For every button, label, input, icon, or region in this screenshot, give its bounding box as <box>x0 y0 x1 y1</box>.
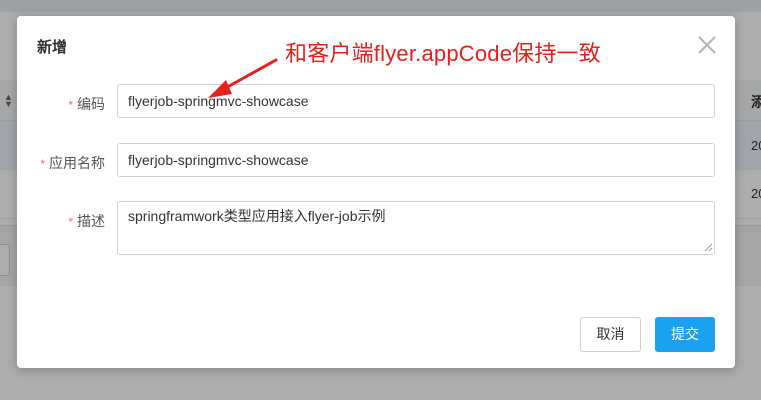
dialog-title: 新增 <box>37 39 68 56</box>
description-label: * 描述 <box>17 211 105 231</box>
app-name-label-text: 应用名称 <box>49 155 105 171</box>
required-mark: * <box>40 157 45 171</box>
submit-button[interactable]: 提交 <box>655 317 715 352</box>
annotation-text: 和客户端flyer.appCode保持一致 <box>285 41 601 66</box>
description-label-text: 描述 <box>77 213 105 229</box>
app-name-label: * 应用名称 <box>17 153 105 173</box>
required-mark: * <box>68 98 73 112</box>
close-icon[interactable] <box>696 34 718 56</box>
description-textarea[interactable]: springframwork类型应用接入flyer-job示例 <box>117 201 715 255</box>
resize-grip-icon[interactable] <box>703 242 713 252</box>
cancel-button[interactable]: 取消 <box>580 317 641 352</box>
required-mark: * <box>68 215 73 229</box>
code-label: * 编码 <box>17 94 105 114</box>
code-label-text: 编码 <box>77 96 105 112</box>
add-dialog: 新增 * 编码 * 应用名称 * 描述 springframwork类型应用接入fly… <box>17 16 735 368</box>
code-input[interactable] <box>117 84 715 118</box>
app-name-input[interactable] <box>117 143 715 177</box>
